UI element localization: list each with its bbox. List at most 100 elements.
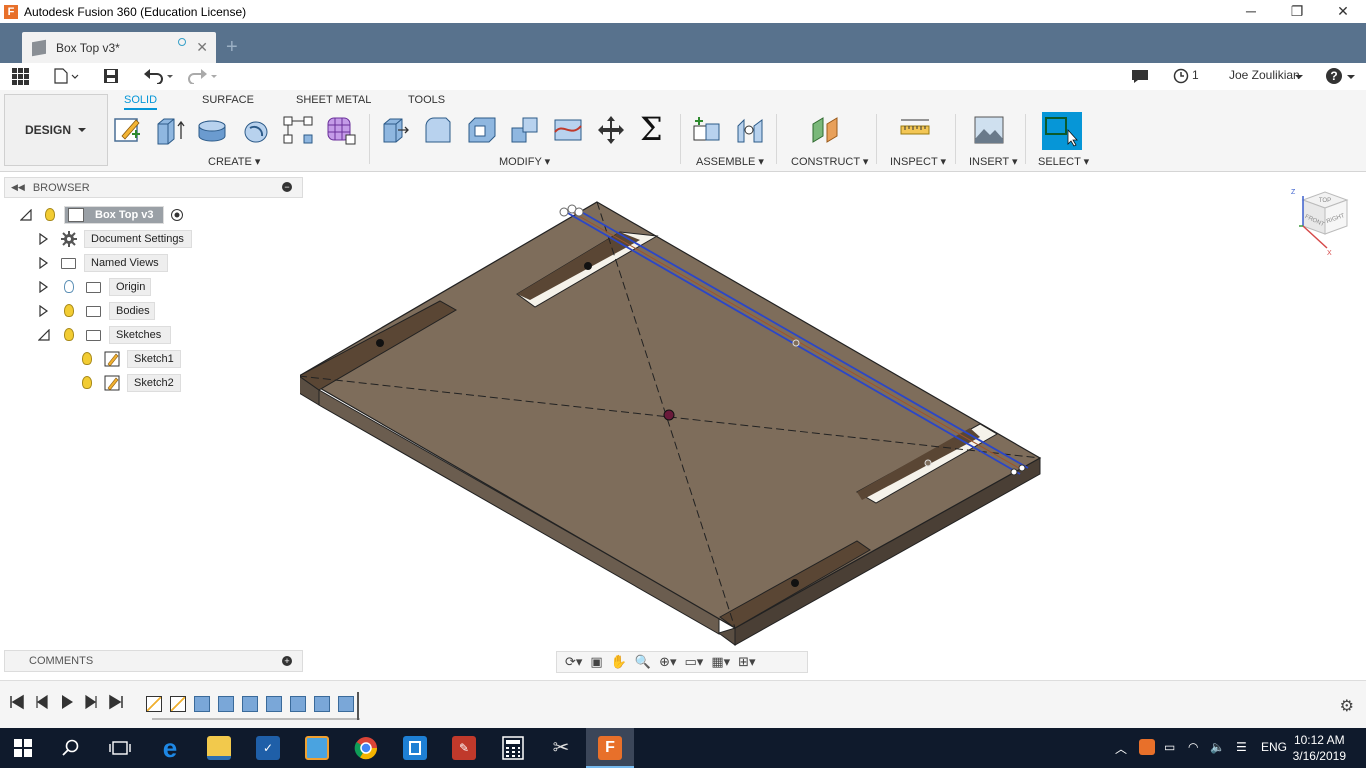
step-forward-icon[interactable]	[83, 694, 99, 710]
construct-menu[interactable]: CONSTRUCT ▾	[791, 155, 868, 168]
tab-sheet-metal[interactable]: SHEET METAL	[296, 94, 371, 106]
data-panel-grid-icon[interactable]	[12, 68, 29, 85]
system-clock[interactable]: 10:12 AM 3/16/2019	[1293, 732, 1346, 764]
expand-document-settings-icon[interactable]	[39, 233, 49, 245]
create-sketch-icon[interactable]	[112, 114, 144, 146]
tasks-app-icon[interactable]: ✓	[256, 736, 280, 760]
fillet-icon[interactable]	[422, 114, 454, 146]
save-icon[interactable]	[103, 68, 119, 84]
modify-menu[interactable]: MODIFY ▾	[499, 155, 550, 168]
press-pull-icon[interactable]	[380, 114, 412, 146]
tab-solid[interactable]: SOLID	[124, 94, 158, 110]
collapse-sketches-icon[interactable]	[38, 329, 50, 341]
expand-origin-icon[interactable]	[39, 281, 49, 293]
timeline-extrude-feature[interactable]	[218, 696, 234, 712]
tree-item-named-views[interactable]: Named Views	[84, 254, 168, 272]
volume-icon[interactable]: 🔈	[1210, 740, 1225, 754]
battery-icon[interactable]: ▭	[1164, 740, 1175, 754]
undo-icon[interactable]	[143, 68, 175, 84]
visibility-bulb-icon[interactable]	[82, 352, 92, 365]
grid-settings-icon[interactable]: ▦▾	[711, 654, 730, 670]
fusion-tray-icon[interactable]	[1139, 739, 1155, 755]
calculator-icon[interactable]	[502, 736, 524, 760]
measure-icon[interactable]	[899, 114, 931, 146]
browser-minimize-icon[interactable]: −	[282, 182, 292, 192]
inspect-menu[interactable]: INSPECT ▾	[890, 155, 946, 168]
timeline-extrude-feature[interactable]	[314, 696, 330, 712]
zoom-icon[interactable]: 🔍	[635, 654, 651, 670]
extrude-icon[interactable]	[154, 114, 186, 146]
assemble-menu[interactable]: ASSEMBLE ▾	[696, 155, 764, 168]
combine-icon[interactable]	[509, 114, 541, 146]
tree-item-sketch2[interactable]: Sketch2	[127, 374, 181, 392]
viewports-icon[interactable]: ⊞▾	[738, 654, 755, 670]
windows-start-icon[interactable]	[14, 739, 32, 757]
timeline-sketch-feature[interactable]	[146, 696, 162, 712]
user-account-menu[interactable]: Joe Zoulikian	[1229, 68, 1300, 82]
search-icon[interactable]	[62, 739, 80, 757]
timeline-extrude-feature[interactable]	[290, 696, 306, 712]
timeline-settings-gear-icon[interactable]: ⚙	[1340, 696, 1354, 716]
comments-panel-header[interactable]: COMMENTS +	[4, 650, 303, 672]
display-settings-icon[interactable]: ▭▾	[685, 654, 704, 670]
workspace-switcher[interactable]: DESIGN	[4, 94, 108, 166]
task-view-icon[interactable]	[109, 739, 131, 757]
new-component-icon[interactable]	[691, 114, 723, 146]
file-explorer-icon[interactable]	[207, 736, 231, 760]
media-player-icon[interactable]	[305, 736, 329, 760]
comments-icon[interactable]	[1131, 69, 1149, 84]
go-to-end-icon[interactable]	[108, 694, 124, 710]
shell-icon[interactable]	[466, 114, 498, 146]
visibility-bulb-icon[interactable]	[64, 304, 74, 317]
visibility-bulb-icon[interactable]	[45, 208, 55, 221]
joint-icon[interactable]	[734, 114, 766, 146]
fusion-360-taskbar-icon[interactable]: F	[598, 736, 622, 760]
timeline-marker-handle[interactable]	[357, 692, 359, 720]
collapse-browser-icon[interactable]: ◀◀	[11, 182, 25, 193]
select-menu[interactable]: SELECT ▾	[1038, 155, 1089, 168]
timeline-extrude-feature[interactable]	[266, 696, 282, 712]
wifi-icon[interactable]: ◠	[1188, 740, 1198, 754]
pan-hand-icon[interactable]: ✋	[611, 654, 627, 670]
compute-all-sigma-icon[interactable]: Σ	[640, 110, 663, 148]
chrome-icon[interactable]	[354, 736, 378, 760]
file-menu-icon[interactable]	[53, 68, 79, 84]
split-face-icon[interactable]	[552, 114, 584, 146]
tree-item-document-settings[interactable]: Document Settings	[84, 230, 192, 248]
tab-surface[interactable]: SURFACE	[202, 94, 254, 106]
new-tab-button[interactable]: +	[226, 36, 238, 59]
timeline-extrude-feature[interactable]	[194, 696, 210, 712]
insert-menu[interactable]: INSERT ▾	[969, 155, 1018, 168]
step-back-icon[interactable]	[34, 694, 50, 710]
look-at-icon[interactable]: ▣	[590, 654, 602, 670]
action-center-icon[interactable]: ☰	[1236, 740, 1247, 754]
create-menu[interactable]: CREATE ▾	[208, 155, 260, 168]
play-icon[interactable]	[59, 694, 75, 710]
move-copy-icon[interactable]	[595, 114, 627, 146]
revolve-icon[interactable]	[196, 114, 228, 146]
expand-bodies-icon[interactable]	[39, 305, 49, 317]
edge-browser-icon[interactable]: e	[158, 735, 182, 761]
redo-icon[interactable]	[186, 68, 218, 84]
show-hidden-icons-chevron[interactable]: ︿	[1115, 740, 1127, 757]
add-comment-icon[interactable]: +	[282, 656, 292, 666]
timeline-extrude-feature[interactable]	[338, 696, 354, 712]
job-status-clock-icon[interactable]	[1173, 68, 1189, 84]
tree-item-bodies[interactable]: Bodies	[109, 302, 155, 320]
sweep-icon[interactable]	[240, 114, 272, 146]
close-window-button[interactable]: ✕	[1320, 0, 1366, 23]
activate-radio-icon[interactable]	[170, 208, 184, 222]
help-icon[interactable]: ?	[1326, 68, 1342, 84]
minimize-button[interactable]: ─	[1228, 0, 1274, 23]
create-form-icon[interactable]	[325, 114, 357, 146]
offset-plane-icon[interactable]	[810, 114, 842, 146]
tree-item-origin[interactable]: Origin	[109, 278, 151, 296]
visibility-bulb-off-icon[interactable]	[64, 280, 74, 293]
tree-item-sketch1[interactable]: Sketch1	[127, 350, 181, 368]
select-icon[interactable]	[1042, 112, 1082, 150]
expand-root-icon[interactable]	[20, 209, 32, 221]
go-to-start-icon[interactable]	[9, 694, 25, 710]
insert-image-icon[interactable]	[973, 114, 1005, 146]
app-icon-blue[interactable]	[403, 736, 427, 760]
fit-zoom-icon[interactable]: ⊕▾	[659, 654, 676, 670]
